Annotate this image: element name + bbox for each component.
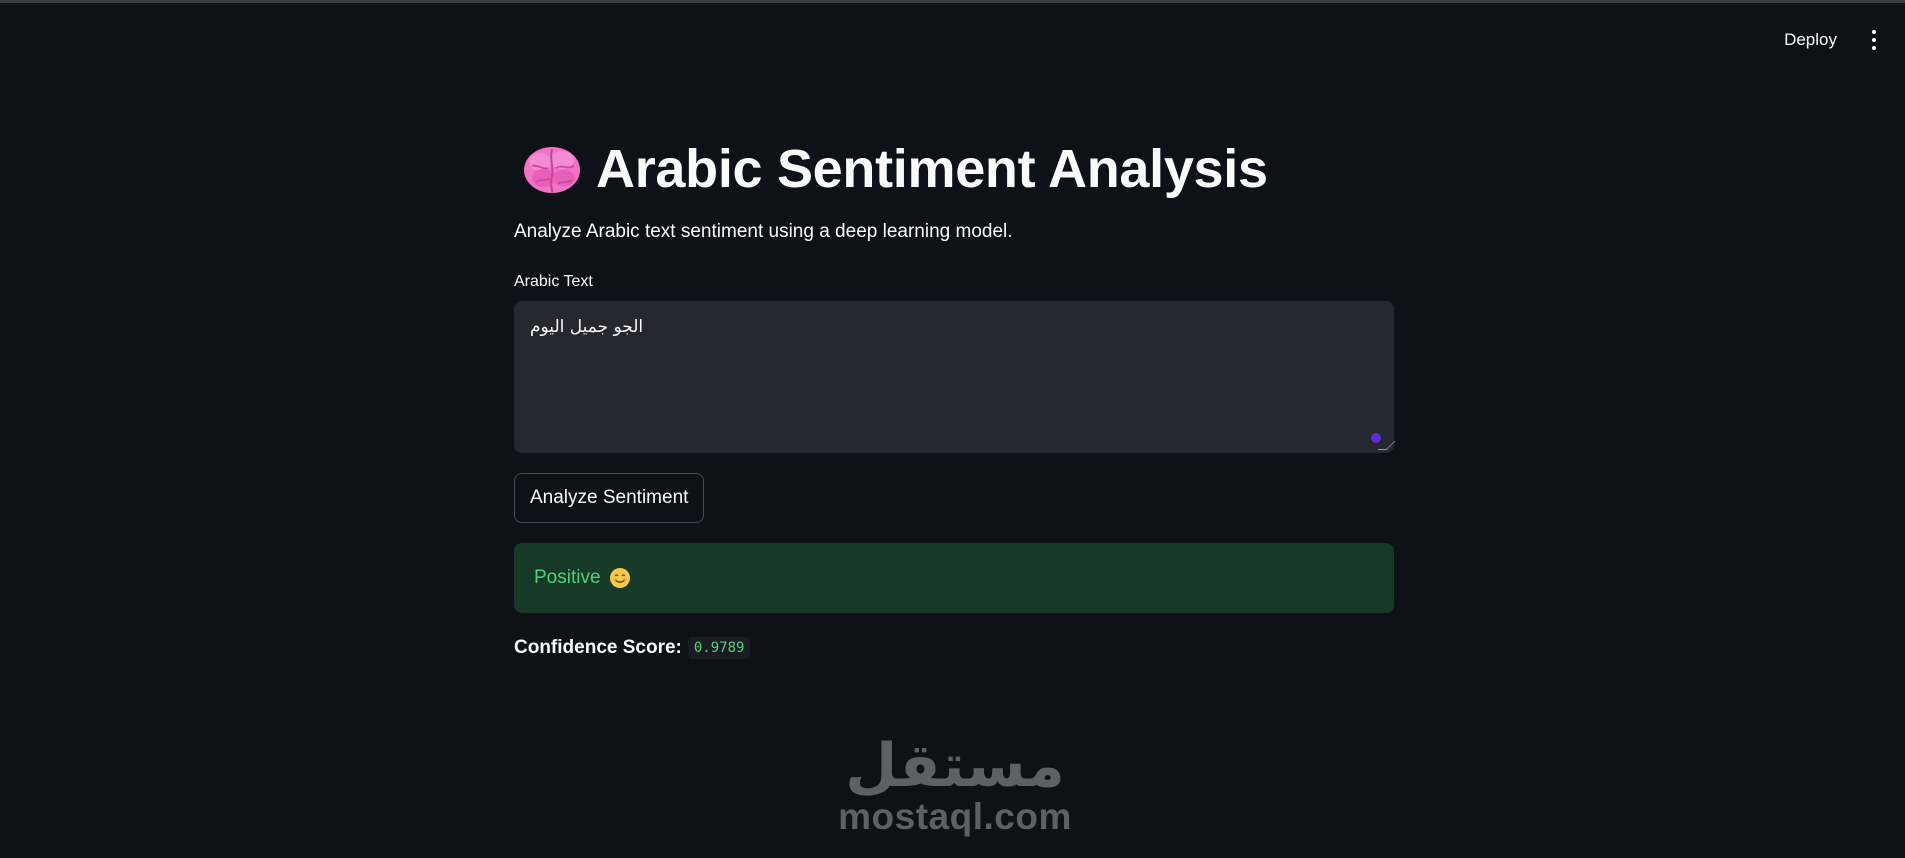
confidence-value: 0.9789 bbox=[687, 637, 751, 660]
deploy-button[interactable]: Deploy bbox=[1778, 26, 1843, 54]
analyze-sentiment-button[interactable]: Analyze Sentiment bbox=[514, 473, 705, 524]
page-title: Arabic Sentiment Analysis bbox=[596, 139, 1268, 199]
watermark-arabic: مستقل bbox=[845, 731, 1065, 801]
header-actions: Deploy bbox=[1778, 26, 1883, 54]
page-subtitle: Analyze Arabic text sentiment using a de… bbox=[514, 221, 1013, 243]
mostaql-watermark: مستقل mostaql.com bbox=[835, 735, 1075, 837]
confidence-row: Confidence Score: 0.9789 bbox=[514, 637, 1394, 660]
top-border bbox=[0, 0, 1905, 3]
vertical-dots-icon[interactable] bbox=[1865, 27, 1883, 53]
arabic-text-label: Arabic Text bbox=[514, 273, 593, 291]
main-content: Arabic Sentiment Analysis Analyze Arabic… bbox=[514, 139, 1396, 660]
title-row: Arabic Sentiment Analysis bbox=[522, 139, 1394, 199]
smiling-face-icon bbox=[609, 568, 630, 589]
arabic-text-input[interactable]: الجو جميل اليوم bbox=[514, 301, 1394, 453]
result-alert: Positive bbox=[514, 543, 1394, 614]
confidence-label: Confidence Score: bbox=[514, 637, 682, 659]
brain-icon bbox=[524, 146, 580, 194]
arabic-text-area[interactable]: الجو جميل اليوم bbox=[514, 301, 1396, 454]
watermark-latin: mostaql.com bbox=[838, 796, 1072, 837]
result-label: Positive bbox=[534, 567, 601, 589]
